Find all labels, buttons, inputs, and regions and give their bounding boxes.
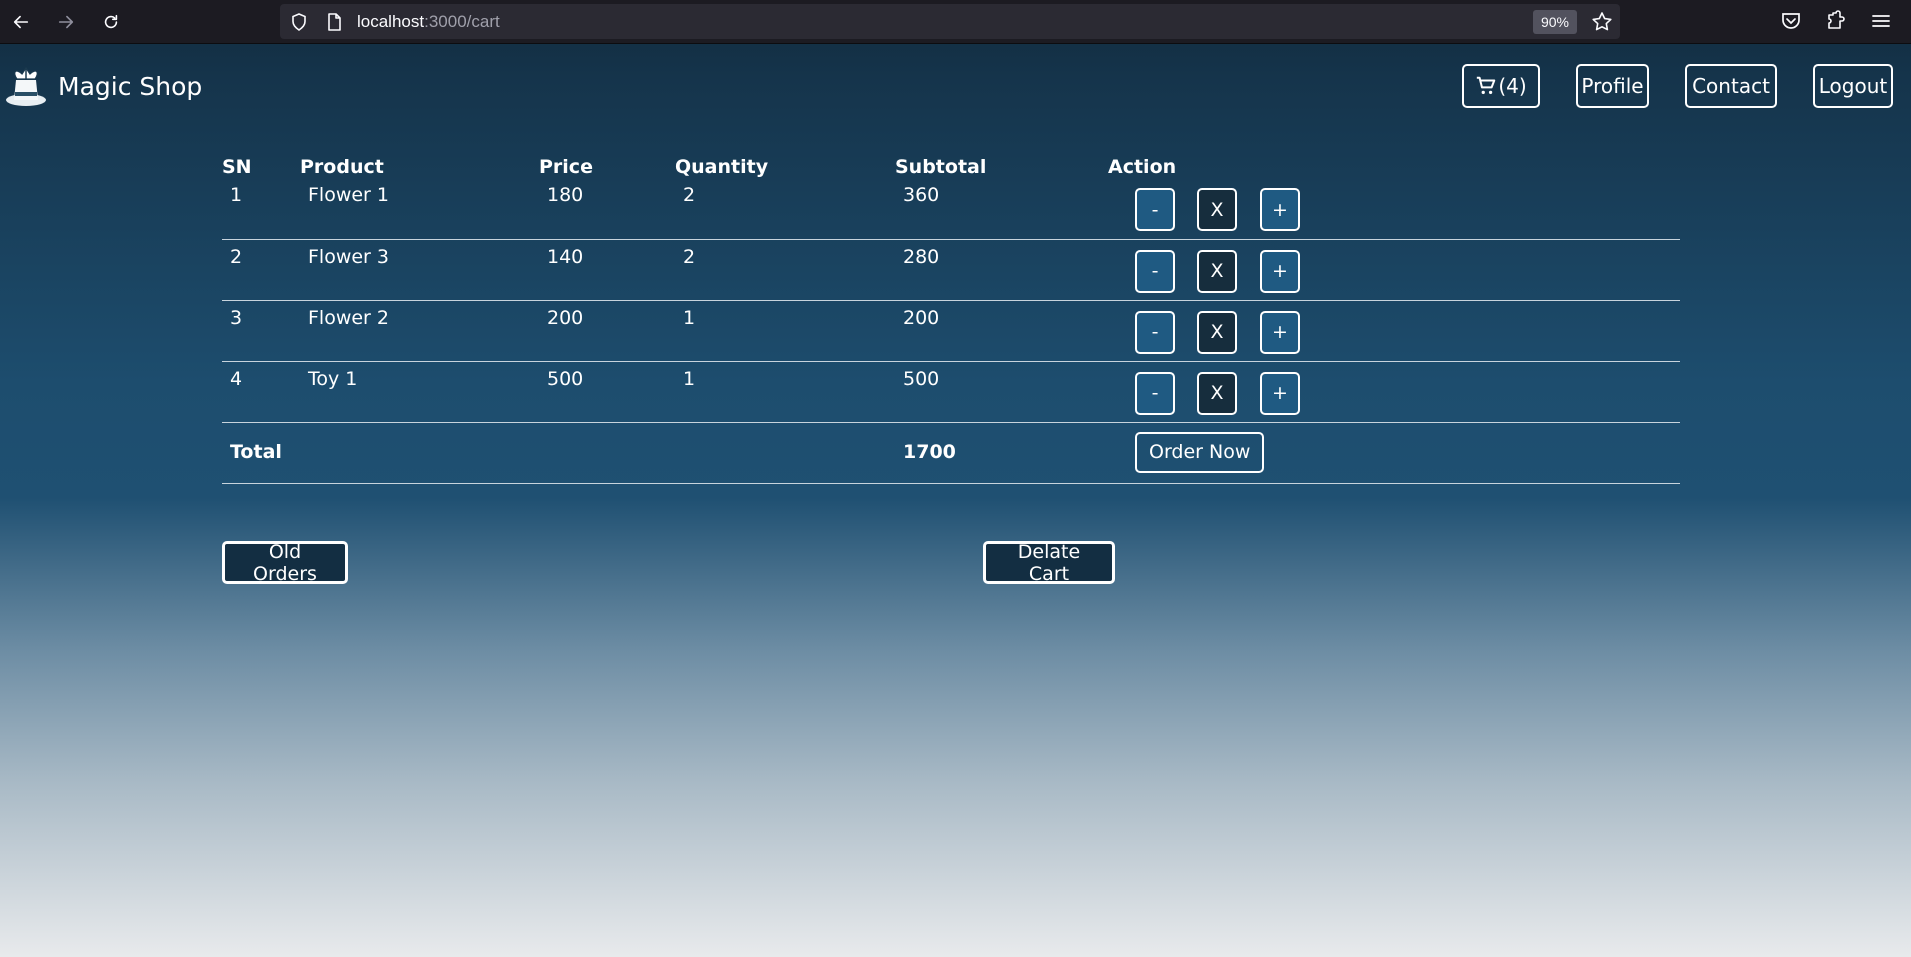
- total-value: 1700: [895, 422, 1108, 484]
- cell-sn: 4: [222, 361, 300, 423]
- remove-item-button[interactable]: X: [1197, 249, 1237, 293]
- cell-subtotal: 360: [895, 178, 1108, 240]
- cell-sn: 2: [222, 239, 300, 301]
- cell-actions: - X +: [1108, 300, 1680, 362]
- magic-hat-logo-icon: [6, 66, 46, 106]
- cell-subtotal: 500: [895, 361, 1108, 423]
- cell-product: Flower 1: [300, 178, 539, 240]
- reload-icon[interactable]: [96, 7, 126, 37]
- cell-product: Toy 1: [300, 361, 539, 423]
- cart-table: SN Product Price Quantity Subtotal Actio…: [222, 142, 1680, 484]
- cell-product: Flower 3: [300, 239, 539, 301]
- table-row: 3 Flower 2 200 1 200 - X +: [222, 300, 1680, 362]
- menu-icon[interactable]: [1869, 9, 1893, 33]
- cell-sn: 1: [222, 178, 300, 240]
- table-row: 4 Toy 1 500 1 500 - X +: [222, 361, 1680, 423]
- cell-quantity: 1: [675, 361, 895, 423]
- increase-quantity-button[interactable]: +: [1260, 371, 1300, 415]
- logout-button[interactable]: Logout: [1813, 64, 1893, 108]
- increase-quantity-button[interactable]: +: [1260, 188, 1300, 231]
- delete-cart-button[interactable]: Delate Cart: [983, 541, 1115, 585]
- profile-button[interactable]: Profile: [1576, 64, 1649, 108]
- total-label: Total: [222, 422, 895, 484]
- cell-product: Flower 2: [300, 300, 539, 362]
- zoom-indicator[interactable]: 90%: [1533, 10, 1577, 34]
- forward-icon[interactable]: [51, 7, 81, 37]
- url-host: localhost: [357, 12, 425, 31]
- page-icon[interactable]: [324, 12, 344, 32]
- browser-toolbar: localhost:3000/cart 90%: [0, 0, 1911, 44]
- cell-subtotal: 280: [895, 239, 1108, 301]
- cart-icon: [1477, 76, 1496, 95]
- increase-quantity-button[interactable]: +: [1260, 249, 1300, 293]
- column-header-quantity: Quantity: [675, 156, 769, 178]
- contact-button[interactable]: Contact: [1685, 64, 1777, 108]
- decrease-quantity-button[interactable]: -: [1135, 188, 1175, 231]
- cell-sn: 3: [222, 300, 300, 362]
- cell-actions: - X +: [1108, 239, 1680, 301]
- pocket-icon[interactable]: [1779, 9, 1803, 33]
- cell-subtotal: 200: [895, 300, 1108, 362]
- url-bar[interactable]: localhost:3000/cart 90%: [280, 4, 1620, 39]
- increase-quantity-button[interactable]: +: [1260, 310, 1300, 354]
- brand[interactable]: Magic Shop: [0, 62, 202, 110]
- cell-order: Order Now: [1108, 422, 1680, 484]
- remove-item-button[interactable]: X: [1197, 310, 1237, 354]
- remove-item-button[interactable]: X: [1197, 371, 1237, 415]
- decrease-quantity-button[interactable]: -: [1135, 310, 1175, 354]
- cell-price: 200: [539, 300, 675, 362]
- cell-price: 500: [539, 361, 675, 423]
- cell-quantity: 2: [675, 178, 895, 240]
- total-row: Total 1700 Order Now: [222, 422, 1680, 484]
- decrease-quantity-button[interactable]: -: [1135, 249, 1175, 293]
- column-header-price: Price: [539, 156, 593, 178]
- cell-actions: - X +: [1108, 178, 1680, 240]
- column-header-product: Product: [300, 156, 384, 178]
- table-row: 1 Flower 1 180 2 360 - X +: [222, 178, 1680, 240]
- table-header-row: SN Product Price Quantity Subtotal Actio…: [222, 142, 1680, 178]
- order-now-button[interactable]: Order Now: [1135, 431, 1265, 473]
- column-header-action: Action: [1108, 156, 1177, 178]
- column-header-sn: SN: [222, 156, 252, 178]
- cart-count: (4): [1498, 74, 1527, 98]
- table-row: 2 Flower 3 140 2 280 - X +: [222, 239, 1680, 301]
- url-path: :3000/cart: [424, 12, 500, 31]
- cell-price: 140: [539, 239, 675, 301]
- old-orders-button[interactable]: Old Orders: [222, 541, 348, 585]
- cart-button[interactable]: (4): [1462, 64, 1540, 108]
- back-icon[interactable]: [6, 7, 36, 37]
- shield-icon[interactable]: [289, 12, 309, 32]
- cell-actions: - X +: [1108, 361, 1680, 423]
- bookmark-star-icon[interactable]: [1590, 10, 1614, 34]
- brand-name: Magic Shop: [58, 71, 203, 101]
- url-text[interactable]: localhost:3000/cart: [357, 12, 500, 32]
- cell-quantity: 2: [675, 239, 895, 301]
- cell-price: 180: [539, 178, 675, 240]
- cell-quantity: 1: [675, 300, 895, 362]
- column-header-subtotal: Subtotal: [895, 156, 987, 178]
- decrease-quantity-button[interactable]: -: [1135, 371, 1175, 415]
- extensions-icon[interactable]: [1824, 9, 1848, 33]
- remove-item-button[interactable]: X: [1197, 188, 1237, 231]
